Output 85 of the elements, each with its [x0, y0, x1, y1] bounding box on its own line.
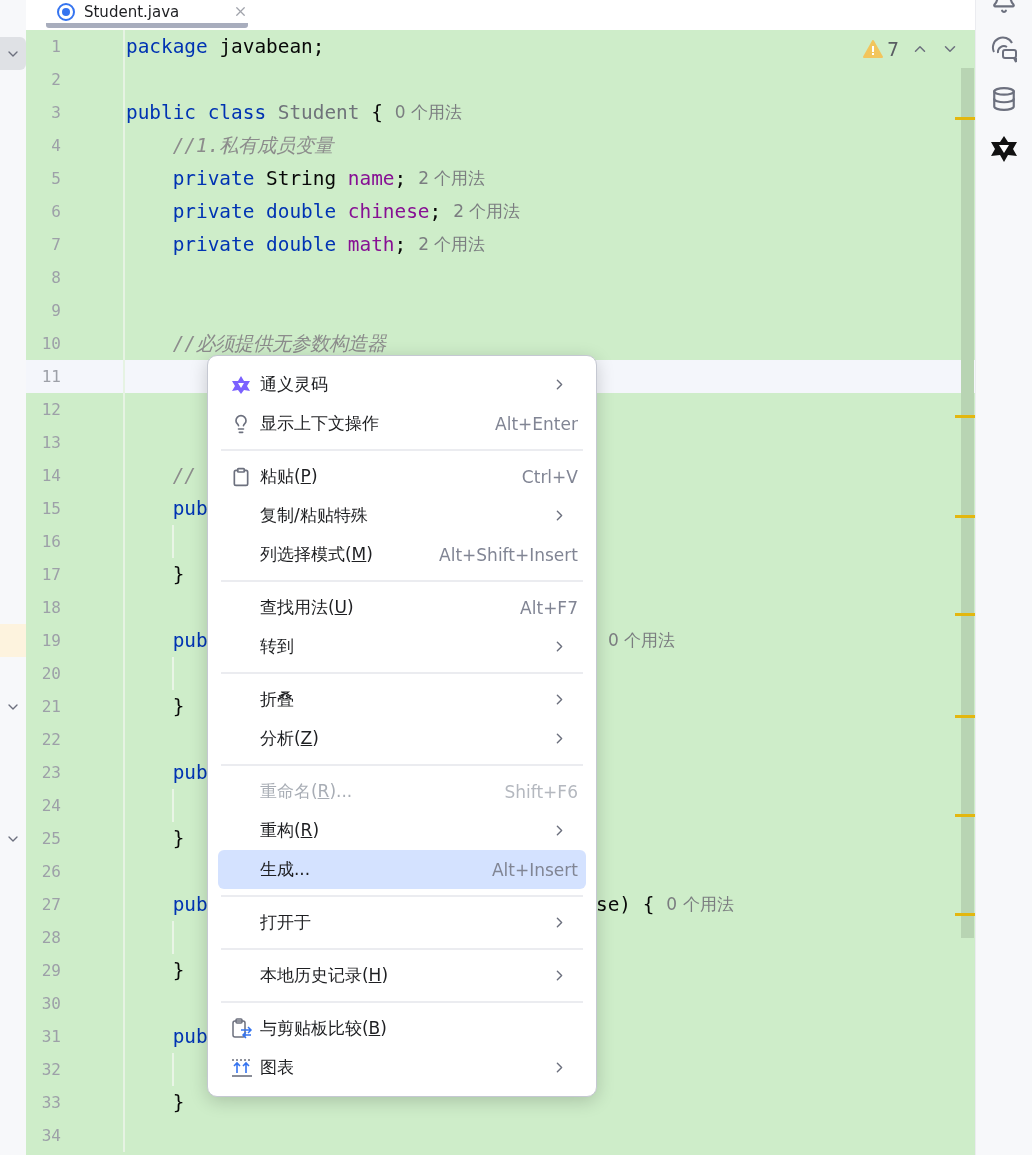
menu-item[interactable]: 折叠	[217, 680, 586, 719]
code-text: private double math;	[171, 233, 407, 256]
line-number: 13	[25, 426, 125, 459]
menu-item[interactable]: 分析(Z)	[217, 719, 586, 758]
line-number: 3	[25, 96, 125, 129]
line-number: 8	[25, 261, 125, 294]
code-text: pub	[171, 629, 208, 652]
menu-item[interactable]: 本地历史记录(H)	[217, 956, 586, 995]
warning-stripe[interactable]	[955, 814, 976, 817]
code-text: package javabean;	[125, 35, 325, 58]
line-number: 31	[25, 1020, 125, 1053]
gutter-toggle-button[interactable]	[0, 37, 26, 70]
line-number: 26	[25, 855, 125, 888]
line-number: 20	[25, 657, 125, 690]
warning-stripe[interactable]	[955, 515, 976, 518]
line-number: 15	[25, 492, 125, 525]
code-text: //	[171, 464, 196, 487]
line-number: 30	[25, 987, 125, 1020]
line-number: 25	[25, 822, 125, 855]
menu-item[interactable]: 与剪贴板比较(B)	[217, 1009, 586, 1048]
line-number: 2	[25, 63, 125, 96]
warning-stripe[interactable]	[955, 117, 976, 120]
warning-count[interactable]: 7	[886, 38, 900, 60]
line-number: 1	[25, 30, 125, 63]
warning-stripe[interactable]	[955, 715, 976, 718]
menu-item[interactable]: 粘贴(P) Ctrl+V	[217, 457, 586, 496]
menu-item[interactable]: 通义灵码	[217, 365, 586, 404]
line-number: 28	[25, 921, 125, 954]
line-number: 14	[25, 459, 125, 492]
warning-stripe[interactable]	[955, 415, 976, 418]
code-text: private double chinese;	[171, 200, 442, 223]
warning-icon[interactable]	[862, 40, 883, 58]
code-text: public class Student {	[125, 101, 383, 124]
line-number: 7	[25, 228, 125, 261]
line-number: 5	[25, 162, 125, 195]
line-number: 6	[25, 195, 125, 228]
warning-stripe[interactable]	[955, 913, 976, 916]
code-text: pub	[171, 761, 208, 784]
code-text: pub	[171, 1025, 208, 1048]
line-number: 21	[25, 690, 125, 723]
menu-item[interactable]: 列选择模式(M) Alt+Shift+Insert	[217, 535, 586, 574]
line-number: 11	[25, 360, 125, 393]
code-text: }	[171, 695, 185, 718]
code-text: private String name;	[171, 167, 407, 190]
tongyi-logo-icon[interactable]	[989, 134, 1019, 164]
line-number: 27	[25, 888, 125, 921]
code-text: se) {	[595, 893, 655, 916]
line-number: 19	[25, 624, 125, 657]
clipboard-compare-icon	[230, 1017, 253, 1040]
code-text: }	[171, 1091, 185, 1114]
line-number: 33	[25, 1086, 125, 1119]
line-number: 23	[25, 756, 125, 789]
lingma-logo-icon	[230, 374, 251, 395]
code-text: }	[171, 827, 185, 850]
menu-item[interactable]: 查找用法(U) Alt+F7	[217, 588, 586, 627]
menu-item[interactable]: 图表	[217, 1048, 586, 1087]
code-text: pub	[171, 893, 208, 916]
menu-item[interactable]: 复制/粘贴特殊	[217, 496, 586, 535]
menu-item[interactable]: 显示上下文操作 Alt+Enter	[217, 404, 586, 443]
code-text: }	[171, 959, 185, 982]
line-number: 4	[25, 129, 125, 162]
line-number: 34	[25, 1119, 125, 1152]
line-number: 29	[25, 954, 125, 987]
code-text: //1.私有成员变量	[171, 133, 334, 159]
warning-stripe[interactable]	[955, 613, 976, 616]
code-text: //必须提供无参数构造器	[171, 331, 386, 357]
code-text: }	[171, 563, 185, 586]
diagram-icon	[230, 1057, 253, 1078]
menu-item[interactable]: 转到	[217, 627, 586, 666]
chat-icon[interactable]	[990, 36, 1018, 64]
menu-item[interactable]: 打开于	[217, 903, 586, 942]
code-text: pub	[171, 497, 208, 520]
line-number: 24	[25, 789, 125, 822]
line-number: 22	[25, 723, 125, 756]
line-number: 9	[25, 294, 125, 327]
line-number: 18	[25, 591, 125, 624]
line-number: 17	[25, 558, 125, 591]
database-icon[interactable]	[991, 86, 1017, 112]
menu-item[interactable]: 重构(R)	[217, 811, 586, 850]
file-icon	[55, 1, 76, 22]
menu-item[interactable]: 生成... Alt+Insert	[217, 850, 586, 889]
line-number: 16	[25, 525, 125, 558]
scrollbar[interactable]	[961, 68, 975, 938]
line-number: 32	[25, 1053, 125, 1086]
line-number: 12	[25, 393, 125, 426]
